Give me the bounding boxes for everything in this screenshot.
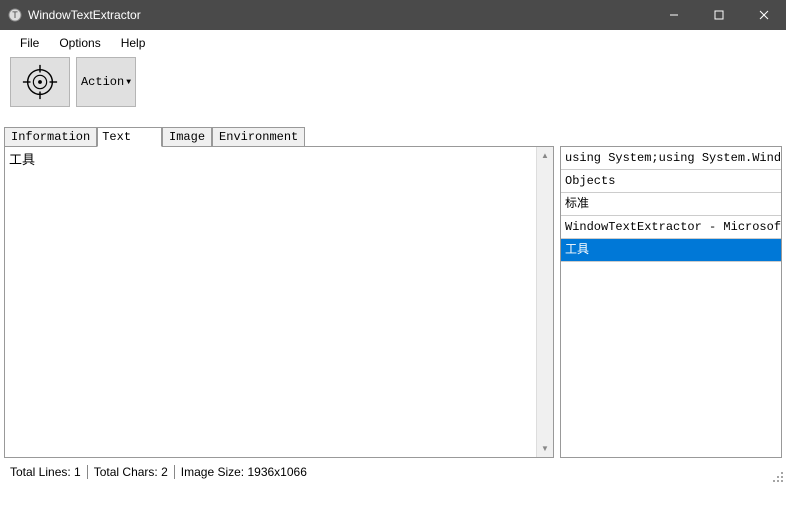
tab-environment[interactable]: Environment <box>212 127 305 147</box>
scroll-track[interactable] <box>537 164 553 440</box>
extracted-text[interactable]: 工具 <box>5 147 536 457</box>
menu-help[interactable]: Help <box>111 34 156 52</box>
window-list-panel: using System;using System.Window... Obje… <box>560 146 782 458</box>
target-picker-button[interactable] <box>10 57 70 107</box>
close-button[interactable] <box>741 0 786 30</box>
tab-text[interactable]: Text <box>97 127 162 147</box>
list-item[interactable]: Objects <box>561 170 781 193</box>
menu-file[interactable]: File <box>10 34 49 52</box>
scroll-down-arrow[interactable]: ▼ <box>537 440 553 457</box>
maximize-button[interactable] <box>696 0 741 30</box>
action-button[interactable]: Action▼ <box>76 57 136 107</box>
text-panel: 工具 ▲ ▼ <box>4 146 554 458</box>
content-area: 工具 ▲ ▼ using System;using System.Window.… <box>0 146 786 458</box>
tab-strip: Information Text Image Environment <box>0 126 786 146</box>
titlebar: T WindowTextExtractor <box>0 0 786 30</box>
window-controls <box>651 0 786 30</box>
status-total-chars: Total Chars: 2 <box>88 465 175 479</box>
tab-information[interactable]: Information <box>4 127 97 147</box>
toolbar: Action▼ <box>0 52 786 112</box>
crosshair-icon <box>21 63 59 101</box>
tab-image[interactable]: Image <box>162 127 212 147</box>
menubar: File Options Help <box>0 30 786 52</box>
list-item[interactable]: 标准 <box>561 193 781 216</box>
window-title: WindowTextExtractor <box>28 8 651 22</box>
list-item[interactable]: using System;using System.Window... <box>561 147 781 170</box>
status-image-size: Image Size: 1936x1066 <box>175 465 313 479</box>
vertical-scrollbar[interactable]: ▲ ▼ <box>536 147 553 457</box>
menu-options[interactable]: Options <box>49 34 110 52</box>
statusbar: Total Lines: 1 Total Chars: 2 Image Size… <box>0 460 786 483</box>
status-total-lines: Total Lines: 1 <box>4 465 88 479</box>
app-icon: T <box>8 8 22 22</box>
list-item[interactable]: 工具 <box>561 239 781 262</box>
minimize-button[interactable] <box>651 0 696 30</box>
scroll-up-arrow[interactable]: ▲ <box>537 147 553 164</box>
chevron-down-icon: ▼ <box>126 78 131 87</box>
svg-text:T: T <box>12 10 18 20</box>
action-label: Action <box>81 75 124 89</box>
resize-grip-icon[interactable] <box>770 469 784 483</box>
list-item[interactable]: WindowTextExtractor - Microsoft ... <box>561 216 781 239</box>
